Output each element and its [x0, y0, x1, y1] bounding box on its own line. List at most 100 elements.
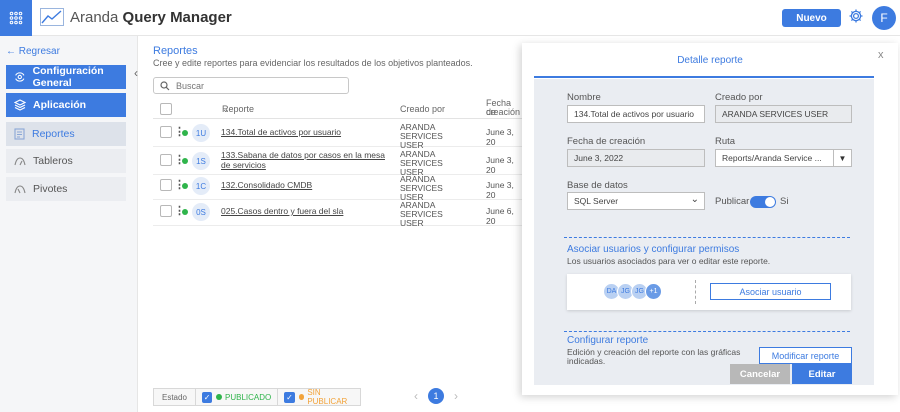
- edit-button[interactable]: Editar: [792, 364, 852, 384]
- report-code-badge: 1S: [192, 152, 210, 170]
- layers-icon: [14, 99, 26, 111]
- app-grid-icon[interactable]: [0, 0, 32, 36]
- caret-down-icon: ▼: [833, 150, 851, 166]
- pagination: ‹ 1 ›: [414, 388, 458, 404]
- configure-section-title: Configurar reporte: [567, 335, 649, 346]
- report-creator: ARANDA SERVICES USER: [400, 122, 443, 150]
- report-creator: ARANDA SERVICES USER: [400, 200, 443, 228]
- page-description: Cree y edite reportes para evidenciar lo…: [153, 58, 473, 68]
- database-label: Base de datos: [567, 180, 628, 191]
- report-name-link[interactable]: 133.Sabana de datos por casos en la mesa…: [221, 150, 386, 170]
- unpublished-filter-checkbox[interactable]: ✓: [284, 391, 295, 403]
- published-filter-label: PUBLICADO: [225, 392, 272, 402]
- table-header: Reporte ⌄ Creado por Fecha de creación: [153, 99, 523, 119]
- back-link[interactable]: ← Regresar: [6, 46, 60, 57]
- report-icon: [14, 128, 25, 140]
- table-row[interactable]: ⋮ 0S 025.Casos dentro y fuera del sla AR…: [153, 198, 523, 228]
- status-dot: [182, 209, 188, 215]
- brand-name: Aranda Query Manager: [70, 8, 232, 26]
- publish-label: Publicar: [715, 196, 750, 207]
- status-filter-bar: Estado ✓ PUBLICADO ✓ SIN PUBLICAR: [153, 388, 361, 406]
- associated-users-box: DA JG JG +1 Asociar usuario: [567, 274, 851, 310]
- sidebar-item-pivotes[interactable]: Pivotes: [6, 177, 126, 201]
- status-dot: [182, 183, 188, 189]
- sidebar-item-aplicacion[interactable]: Aplicación: [6, 93, 126, 117]
- associate-section-description: Los usuarios asociados para ver o editar…: [567, 256, 771, 266]
- published-dot: [216, 394, 223, 400]
- publish-state: Si: [780, 196, 789, 207]
- search-icon: [160, 80, 170, 90]
- dashboard-icon: [14, 157, 26, 166]
- status-filter-label: Estado: [154, 389, 196, 405]
- report-code-badge: 1U: [192, 124, 210, 142]
- panel-title: Detalle reporte: [677, 55, 743, 66]
- published-filter-checkbox[interactable]: ✓: [201, 391, 213, 403]
- report-date: June 3, 20: [486, 180, 514, 200]
- date-label: Fecha de creación: [567, 136, 646, 147]
- database-select[interactable]: SQL Server ⌄: [567, 192, 705, 210]
- chart-logo-icon: [40, 8, 64, 26]
- sidebar-item-configuracion-general[interactable]: Configuración General: [6, 65, 126, 89]
- row-checkbox[interactable]: [160, 179, 172, 191]
- sidebar: ← Regresar Configuración General Aplicac…: [0, 36, 138, 412]
- sidebar-item-tableros[interactable]: Tableros: [6, 149, 126, 173]
- chevron-down-icon: ⌄: [690, 194, 699, 205]
- report-date: June 6, 20: [486, 206, 514, 226]
- modify-report-button[interactable]: Modificar reporte: [759, 347, 852, 364]
- section-divider: [564, 237, 850, 238]
- table-row[interactable]: ⋮ 1U 134.Total de activos por usuario AR…: [153, 119, 523, 150]
- app-logo: Aranda Query Manager: [40, 8, 232, 26]
- created-by-label: Creado por: [715, 92, 763, 103]
- next-page-chevron-icon[interactable]: ›: [454, 389, 458, 403]
- route-label: Ruta: [715, 136, 736, 147]
- pivot-icon: [14, 185, 26, 194]
- status-dot: [182, 158, 188, 164]
- user-avatar[interactable]: F: [872, 6, 896, 30]
- column-header-creado-por: Creado por: [400, 104, 446, 114]
- section-divider: [564, 331, 850, 332]
- prev-page-chevron-icon[interactable]: ‹: [414, 389, 418, 403]
- row-checkbox[interactable]: [160, 126, 172, 138]
- gear-icon: [15, 72, 25, 82]
- table-row[interactable]: ⋮ 1C 132.Consolidado CMDB ARANDA SERVICE…: [153, 172, 523, 202]
- route-select[interactable]: Reports/Aranda Service ... ▼: [715, 149, 852, 167]
- page-number[interactable]: 1: [428, 388, 444, 404]
- row-checkbox[interactable]: [160, 205, 172, 217]
- collapse-sidebar-chevron-icon[interactable]: ‹: [134, 66, 144, 80]
- report-name-link[interactable]: 132.Consolidado CMDB: [221, 180, 386, 190]
- search-box[interactable]: [153, 77, 349, 94]
- report-name-link[interactable]: 134.Total de activos por usuario: [221, 127, 386, 137]
- name-label: Nombre: [567, 92, 601, 103]
- filter-divider: [277, 389, 279, 405]
- associate-section-title: Asociar usuarios y configurar permisos: [567, 244, 740, 255]
- panel-body: Nombre 134.Total de activos por usuario …: [534, 79, 874, 385]
- sidebar-item-reportes[interactable]: Reportes: [6, 122, 126, 146]
- report-detail-panel: x Detalle reporte Nombre 134.Total de ac…: [522, 43, 898, 395]
- new-button[interactable]: Nuevo: [782, 9, 841, 27]
- created-by-field: ARANDA SERVICES USER: [715, 105, 852, 123]
- cancel-button[interactable]: Cancelar: [730, 364, 790, 384]
- report-name-link[interactable]: 025.Casos dentro y fuera del sla: [221, 206, 386, 216]
- select-all-checkbox[interactable]: [160, 103, 172, 115]
- status-dot: [182, 130, 188, 136]
- gear-icon[interactable]: [848, 8, 864, 24]
- unpublished-filter-label: SIN PUBLICAR: [307, 388, 348, 406]
- top-bar: Aranda Query Manager Nuevo F: [0, 0, 900, 36]
- report-code-badge: 1C: [192, 177, 210, 195]
- vertical-divider: [695, 280, 696, 304]
- chevron-down-icon: ⌄: [222, 104, 230, 114]
- row-checkbox[interactable]: [160, 154, 172, 166]
- report-date: June 3, 20: [486, 127, 514, 147]
- publish-toggle[interactable]: [750, 196, 776, 208]
- panel-title-underline: [534, 76, 874, 78]
- name-field[interactable]: 134.Total de activos por usuario: [567, 105, 705, 123]
- page-title: Reportes: [153, 45, 198, 57]
- report-code-badge: 0S: [192, 203, 210, 221]
- associate-user-button[interactable]: Asociar usuario: [710, 283, 831, 300]
- search-input[interactable]: [176, 80, 346, 91]
- more-avatars-badge[interactable]: +1: [645, 283, 662, 300]
- configure-section-description: Edición y creación del reporte con las g…: [567, 347, 741, 366]
- unpublished-dot: [298, 394, 305, 400]
- date-field: June 3, 2022: [567, 149, 705, 167]
- table-row[interactable]: ⋮ 1S 133.Sabana de datos por casos en la…: [153, 147, 523, 177]
